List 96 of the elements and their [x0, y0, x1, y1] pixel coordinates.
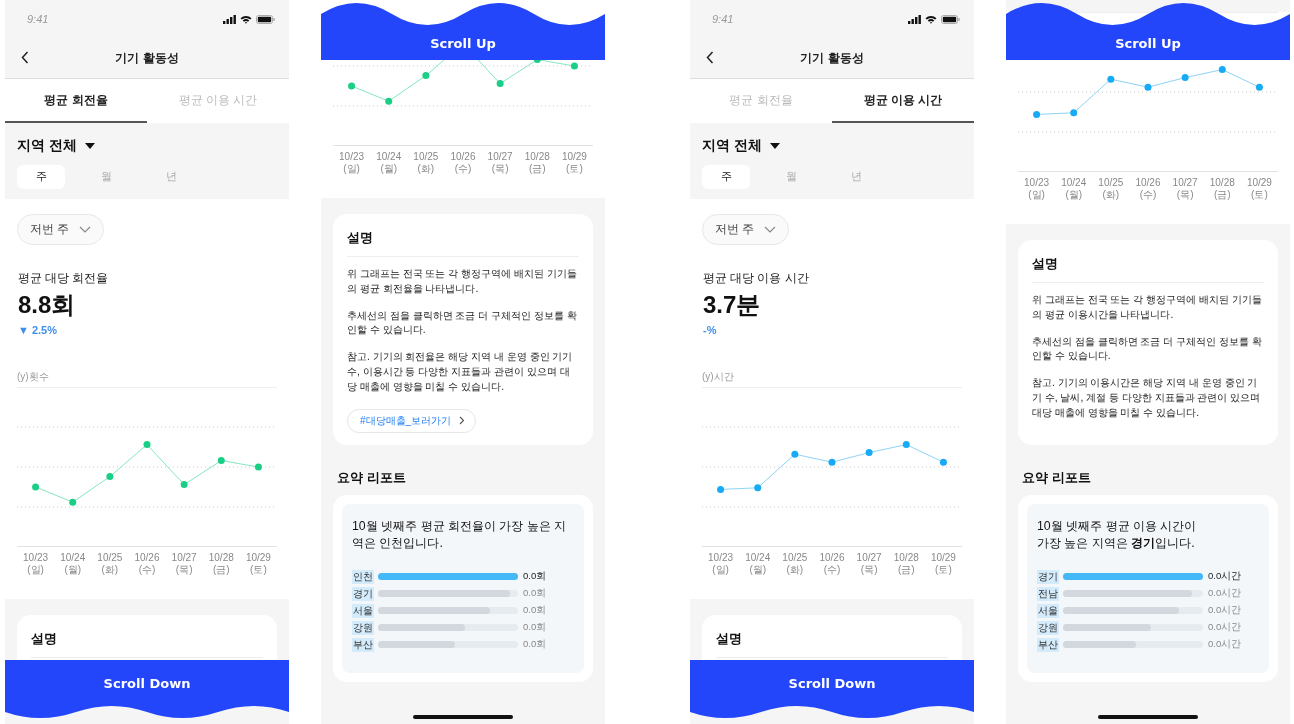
region-label: 전남	[1037, 586, 1059, 601]
region-label: 강원	[352, 620, 374, 635]
axis-label: 10/28 (금)	[207, 552, 235, 575]
region-dropdown[interactable]: 지역 전체	[17, 137, 95, 155]
axis-label: 10/23 (일)	[707, 552, 735, 575]
axis-label: 10/26 (수)	[818, 552, 846, 575]
week-dropdown[interactable]: 저번 주	[702, 214, 790, 245]
axis-label: 10/24 (월)	[375, 151, 403, 175]
bar-value: 0.0회	[523, 587, 547, 600]
axis-label: 10/24 (월)	[1060, 177, 1088, 201]
change-indicator: ▼ 2.5%	[18, 324, 58, 336]
week-dropdown[interactable]: 저번 주	[17, 214, 105, 245]
scroll-up-button[interactable]: Scroll Up	[1006, 0, 1290, 60]
metric-label: 평균 대당 이용 시간	[703, 271, 810, 286]
axis-label: 10/27 (목)	[855, 552, 883, 575]
axis-label: 10/27 (목)	[1171, 177, 1199, 201]
description-text: 추세선의 점을 클릭하면 조금 더 구체적인 정보를 확인할 수 있습니다.	[1032, 334, 1263, 364]
description-text: 추세선의 점을 클릭하면 조금 더 구체적인 정보를 확인할 수 있습니다.	[347, 308, 578, 338]
axis-title: (y)시간	[702, 370, 734, 384]
axis-label: 10/28 (금)	[892, 552, 920, 575]
battery-icon	[256, 14, 275, 24]
region-label: 부산	[352, 637, 374, 652]
axis-label: 10/25 (화)	[96, 552, 124, 575]
wifi-icon	[240, 14, 252, 24]
bar-value: 0.0회	[523, 638, 547, 651]
chevron-icon	[764, 226, 777, 233]
axis-label: 10/23 (일)	[1023, 177, 1051, 201]
hashtag-link[interactable]: #대당매출_보러가기	[347, 408, 477, 433]
change-indicator: -%	[703, 324, 718, 336]
card-title: 설명	[716, 631, 742, 648]
description-text: 참고. 기기의 이용시간은 해당 지역 내 운영 중인 기기 수, 날씨, 계절 등 다양한 지표들과 관련이 있으며 대당 매출에 영향을 미칠 수 있습니다.	[1032, 376, 1262, 420]
region-label: 서울	[352, 603, 374, 618]
bar-value: 0.0시간	[1208, 570, 1242, 583]
bar-value: 0.0시간	[1208, 604, 1242, 617]
axis-label: 10/23 (일)	[22, 552, 50, 575]
axis-label: 10/27 (목)	[486, 151, 514, 175]
period-tab[interactable]: 주	[17, 165, 65, 189]
axis-label: 10/29 (토)	[929, 552, 957, 575]
axis-label: 10/26 (수)	[449, 151, 477, 175]
caret-icon	[84, 143, 95, 149]
axis-label: 10/28 (금)	[1208, 177, 1236, 201]
axis-label: 10/28 (금)	[523, 151, 551, 175]
metric-value: 3.7분	[703, 290, 762, 320]
signal-icon	[908, 14, 921, 24]
scroll-up-button[interactable]: Scroll Up	[321, 0, 605, 60]
bar-value: 0.0회	[523, 604, 547, 617]
metric-value: 8.8회	[18, 290, 77, 320]
status-time: 9:41	[712, 13, 734, 25]
chevron-icon	[459, 416, 466, 426]
report-headline: 10월 넷째주 평균 이용 시간이 가장 높은 지역은 경기입니다.	[1037, 517, 1198, 552]
axis-label: 10/23 (일)	[338, 151, 366, 175]
section-title: 요약 리포트	[337, 468, 407, 487]
chevron-icon	[79, 226, 92, 233]
region-label: 부산	[1037, 637, 1059, 652]
axis-label: 10/25 (화)	[1097, 177, 1125, 201]
bar-value: 0.0회	[523, 621, 547, 634]
region-label: 인천	[352, 569, 374, 584]
back-icon[interactable]	[706, 51, 714, 64]
screen-title: 기기 활동성	[800, 49, 864, 67]
bar-value: 0.0시간	[1208, 587, 1242, 600]
screen-title: 기기 활동성	[115, 49, 179, 67]
battery-icon	[941, 14, 960, 24]
axis-label: 10/25 (화)	[781, 552, 809, 575]
description-text: 참고. 기기의 회전율은 해당 지역 내 운영 중인 기기 수, 이용시간 등 다양한 지표들과 관련이 있으며 대당 매출에 영향을 미칠 수 있습니다.	[347, 350, 574, 394]
report-headline: 10월 넷째주 평균 회전율이 가장 높은 지역은 인천입니다.	[352, 517, 568, 552]
description-text: 위 그래프는 전국 또는 각 행정구역에 배치된 기기들의 평균 회전율을 나타냅니다.	[347, 267, 578, 296]
axis-label: 10/24 (월)	[744, 552, 772, 575]
axis-label: 10/26 (수)	[133, 552, 161, 575]
axis-label: 10/26 (수)	[1134, 177, 1162, 201]
axis-label: 10/29 (토)	[244, 552, 272, 575]
metric-label: 평균 대당 회전율	[18, 271, 110, 286]
region-label: 서울	[1037, 603, 1059, 618]
axis-label: 10/25 (화)	[412, 151, 440, 175]
card-title: 설명	[347, 230, 373, 248]
description-text: 위 그래프는 전국 또는 각 행정구역에 배치된 기기들의 평균 이용시간을 나타냅니다.	[1032, 293, 1263, 322]
region-label: 경기	[1037, 569, 1059, 584]
axis-label: 10/29 (토)	[560, 151, 588, 175]
axis-label: 10/27 (목)	[170, 552, 198, 575]
card-title: 설명	[1032, 256, 1058, 274]
card-title: 설명	[31, 631, 57, 648]
bar-value: 0.0시간	[1208, 638, 1242, 651]
axis-label: 10/29 (토)	[1245, 177, 1273, 201]
bar-value: 0.0시간	[1208, 621, 1242, 634]
back-icon[interactable]	[21, 51, 29, 64]
period-tab[interactable]: 주	[702, 165, 750, 189]
region-dropdown[interactable]: 지역 전체	[702, 137, 780, 155]
bar-value: 0.0회	[523, 570, 547, 583]
region-label: 경기	[352, 586, 374, 601]
wifi-icon	[925, 14, 937, 24]
signal-icon	[223, 14, 236, 24]
status-time: 9:41	[27, 13, 49, 25]
axis-label: 10/24 (월)	[59, 552, 87, 575]
section-title: 요약 리포트	[1022, 468, 1092, 487]
caret-icon	[769, 143, 780, 149]
region-label: 강원	[1037, 620, 1059, 635]
axis-title: (y)횟수	[17, 370, 49, 384]
